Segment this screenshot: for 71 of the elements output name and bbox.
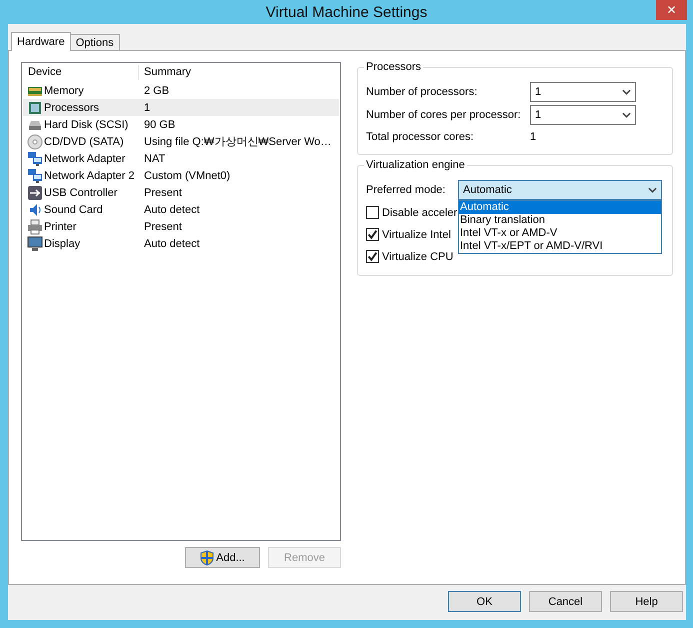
device-row[interactable]: CD/DVD (SATA) Using file Q:₩가상머신₩Server Wo… [23, 133, 339, 150]
dialog-button[interactable]: Cancel [529, 591, 602, 612]
monitor-icon [27, 236, 43, 252]
device-name: Processors [44, 102, 100, 114]
column-header[interactable]: Summary [139, 65, 339, 80]
close-button[interactable]: ✕ [656, 0, 687, 20]
device-name: Display [44, 238, 80, 250]
field-label: Number of cores per processor: [366, 109, 522, 121]
network-computers-icon [27, 150, 43, 166]
speaker-icon [27, 202, 43, 218]
device-row[interactable]: USB Controller Present [23, 184, 339, 201]
device-name: Memory [44, 84, 84, 96]
network-computers-icon [27, 168, 43, 184]
usb-icon [27, 184, 43, 200]
device-summary: Auto detect [144, 204, 201, 216]
device-summary: 1 [144, 102, 152, 114]
dialog-button[interactable]: OK [448, 591, 521, 612]
column-header[interactable]: Device [23, 65, 139, 80]
device-summary: NAT [144, 152, 166, 164]
device-name: Network Adapter 2 [44, 170, 134, 182]
checkbox-label: Disable acceler [382, 206, 458, 218]
checkbox-label: Virtualize CPU [382, 250, 454, 262]
dropdown-option[interactable]: Intel VT-x or AMD-V [459, 227, 661, 240]
checkbox[interactable] [366, 206, 379, 219]
add-button[interactable]: Add... [185, 547, 260, 568]
chevron-down-icon [648, 187, 657, 193]
device-name: USB Controller [44, 186, 118, 198]
device-name: Sound Card [44, 204, 103, 216]
window-title: Virtual Machine Settings [266, 4, 428, 20]
device-row[interactable]: Display Auto detect [23, 235, 339, 252]
disc-icon [27, 134, 43, 150]
mode-dropdown[interactable]: Automatic [458, 180, 662, 200]
device-summary: 90 GB [144, 118, 176, 130]
field-label: Number of processors: [366, 86, 478, 98]
tab[interactable]: Options [70, 34, 120, 50]
cores-dropdown[interactable]: 1 [530, 105, 636, 125]
checkbox[interactable] [366, 250, 379, 263]
processors-dropdown[interactable]: 1 [530, 82, 636, 102]
device-row[interactable]: Sound Card Auto detect [23, 201, 339, 218]
device-summary: Using file Q:₩가상머신₩Server Wo… [144, 135, 332, 149]
chevron-down-icon [622, 89, 631, 95]
dialog-button[interactable]: Help [610, 591, 683, 612]
printer-icon [27, 218, 43, 234]
device-summary: Present [144, 220, 183, 232]
device-name: Printer [44, 220, 76, 232]
chevron-down-icon [622, 112, 631, 118]
dropdown-option[interactable]: Intel VT-x/EPT or AMD-V/RVI [459, 240, 661, 253]
device-row[interactable]: Network Adapter 2 Custom (VMnet0) [23, 167, 339, 184]
device-row[interactable]: Memory 2 GB [23, 82, 339, 99]
device-name: Hard Disk (SCSI) [44, 118, 128, 130]
device-row[interactable]: Hard Disk (SCSI) 90 GB [23, 116, 339, 133]
dropdown-option[interactable]: Binary translation [459, 214, 661, 227]
tab[interactable]: Hardware [11, 32, 71, 51]
device-row[interactable]: Network Adapter NAT [23, 150, 339, 167]
field-label: Preferred mode: [366, 184, 446, 196]
checkbox[interactable] [366, 228, 379, 241]
group-title: Virtualization engine [364, 159, 467, 171]
field-label: Total processor cores: [366, 131, 475, 143]
device-row[interactable]: Printer Present [23, 218, 339, 235]
device-name: Network Adapter [44, 152, 126, 164]
device-summary: Auto detect [144, 238, 201, 250]
device-row[interactable]: Processors 1 [23, 99, 339, 116]
chip-icon [27, 100, 43, 116]
device-summary: Present [144, 186, 183, 198]
total-cores-value: 1 [530, 131, 536, 143]
checkbox-label: Virtualize Intel [382, 228, 451, 240]
dropdown-option[interactable]: Automatic [459, 201, 661, 214]
device-summary: Custom (VMnet0) [144, 170, 232, 182]
group-title: Processors [364, 61, 424, 73]
device-summary: 2 GB [144, 84, 170, 96]
device-name: CD/DVD (SATA) [44, 136, 124, 148]
